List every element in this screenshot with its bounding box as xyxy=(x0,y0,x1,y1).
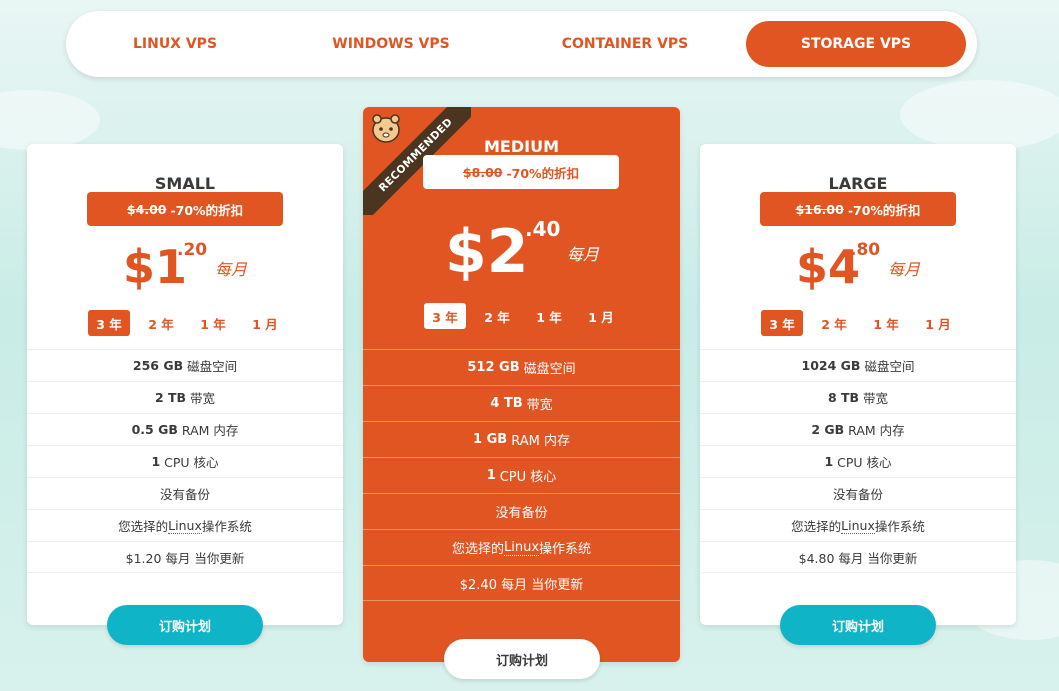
price: $1 .20 每月 xyxy=(27,240,343,310)
feature-list: 1024 GB 磁盘空间 8 TB 带宽 2 GB RAM 内存 1 CPU 核心 没有… xyxy=(700,349,1016,573)
os-link[interactable]: Linux xyxy=(841,518,875,534)
os-link[interactable]: Linux xyxy=(503,540,540,556)
price-period: 每月 xyxy=(567,245,600,264)
feature-disk: 1024 GB 磁盘空间 xyxy=(700,349,1016,381)
os-link[interactable]: Linux xyxy=(168,518,202,534)
tab-windows-vps[interactable]: WINDOWS VPS xyxy=(306,21,476,67)
price: $4 .80 每月 xyxy=(700,240,1016,310)
plan-name: SMALL xyxy=(154,174,216,193)
old-price: $4.00 xyxy=(126,201,167,217)
term-option[interactable]: 2 年 xyxy=(476,303,518,329)
discount-text: -70%的折扣 xyxy=(170,202,244,218)
feature-ram: 2 GB RAM 内存 xyxy=(700,413,1016,445)
plan-name: LARGE xyxy=(828,174,888,193)
feature-backup: 没有备份 xyxy=(700,477,1016,509)
feature-bandwidth: 8 TB 带宽 xyxy=(700,381,1016,413)
feature-renew: $1.20 每月 当你更新 xyxy=(27,541,343,573)
plan-name: MEDIUM xyxy=(484,137,559,156)
feature-disk: 512 GB 磁盘空间 xyxy=(363,349,680,385)
feature-ram: 1 GB RAM 内存 xyxy=(363,421,680,457)
plan-category-tabs: LINUX VPS WINDOWS VPS CONTAINER VPS STOR… xyxy=(66,11,977,77)
old-price: $16.00 xyxy=(795,201,844,217)
term-option[interactable]: 2 年 xyxy=(813,310,855,336)
feature-cpu: 1 CPU 核心 xyxy=(700,445,1016,477)
feature-bandwidth: 4 TB 带宽 xyxy=(363,385,680,421)
price: $2 .40 每月 xyxy=(363,217,680,287)
term-option[interactable]: 1 月 xyxy=(244,310,286,336)
term-selector: 3 年 2 年 1 年 1 月 xyxy=(88,310,286,336)
price-dollars: $2 xyxy=(445,217,529,287)
background-cloud xyxy=(0,90,100,150)
plan-card-large: LARGE $16.00 -70%的折扣 $4 .80 每月 3 年 2 年 1… xyxy=(700,144,1016,645)
feature-list: 256 GB 磁盘空间 2 TB 带宽 0.5 GB RAM 内存 1 CPU 核心 没… xyxy=(27,349,343,573)
discount-text: -70%的折扣 xyxy=(506,165,580,181)
term-selector: 3 年 2 年 1 年 1 月 xyxy=(424,303,622,329)
term-option[interactable]: 1 年 xyxy=(865,310,907,336)
tab-linux-vps[interactable]: LINUX VPS xyxy=(90,21,260,67)
order-plan-button[interactable]: 订购计划 xyxy=(444,639,600,679)
term-option[interactable]: 2 年 xyxy=(140,310,182,336)
feature-bandwidth: 2 TB 带宽 xyxy=(27,381,343,413)
term-option[interactable]: 1 年 xyxy=(528,303,570,329)
tab-container-vps[interactable]: CONTAINER VPS xyxy=(540,21,710,67)
price-period: 每月 xyxy=(215,260,248,279)
feature-ram: 0.5 GB RAM 内存 xyxy=(27,413,343,445)
feature-os: 您选择的 Linux 操作系统 xyxy=(700,509,1016,541)
feature-list: 512 GB 磁盘空间 4 TB 带宽 1 GB RAM 内存 1 CPU 核心 没有备… xyxy=(363,349,680,601)
order-plan-button[interactable]: 订购计划 xyxy=(107,605,263,645)
old-price: $8.00 xyxy=(462,164,503,180)
feature-renew: $4.80 每月 当你更新 xyxy=(700,541,1016,573)
discount-text: -70%的折扣 xyxy=(847,202,921,218)
order-plan-button[interactable]: 订购计划 xyxy=(780,605,936,645)
term-option[interactable]: 3 年 xyxy=(424,303,466,329)
plan-card-small: SMALL $4.00 -70%的折扣 $1 .20 每月 3 年 2 年 1 … xyxy=(27,144,343,645)
price-cents: .40 xyxy=(525,217,561,241)
term-option[interactable]: 3 年 xyxy=(761,310,803,336)
feature-os: 您选择的 Linux 操作系统 xyxy=(27,509,343,541)
feature-disk: 256 GB 磁盘空间 xyxy=(27,349,343,381)
term-option[interactable]: 1 月 xyxy=(917,310,959,336)
plan-card-medium: RECOMMENDED MEDIUM $8.00 -70%的折扣 $2 .40 … xyxy=(363,107,680,679)
term-option[interactable]: 3 年 xyxy=(88,310,130,336)
feature-cpu: 1 CPU 核心 xyxy=(27,445,343,477)
feature-backup: 没有备份 xyxy=(363,493,680,529)
background-cloud xyxy=(900,80,1059,150)
feature-backup: 没有备份 xyxy=(27,477,343,509)
feature-cpu: 1 CPU 核心 xyxy=(363,457,680,493)
tab-storage-vps[interactable]: STORAGE VPS xyxy=(746,21,966,67)
discount-badge: $4.00 -70%的折扣 xyxy=(87,192,283,226)
discount-badge: $8.00 -70%的折扣 xyxy=(423,155,619,189)
feature-os: 您选择的 Linux 操作系统 xyxy=(363,529,680,565)
price-period: 每月 xyxy=(888,260,921,279)
term-option[interactable]: 1 年 xyxy=(192,310,234,336)
price-cents: .80 xyxy=(850,240,881,260)
feature-renew: $2.40 每月 当你更新 xyxy=(363,565,680,601)
discount-badge: $16.00 -70%的折扣 xyxy=(760,192,956,226)
price-cents: .20 xyxy=(177,240,208,260)
term-option[interactable]: 1 月 xyxy=(580,303,622,329)
term-selector: 3 年 2 年 1 年 1 月 xyxy=(761,310,959,336)
